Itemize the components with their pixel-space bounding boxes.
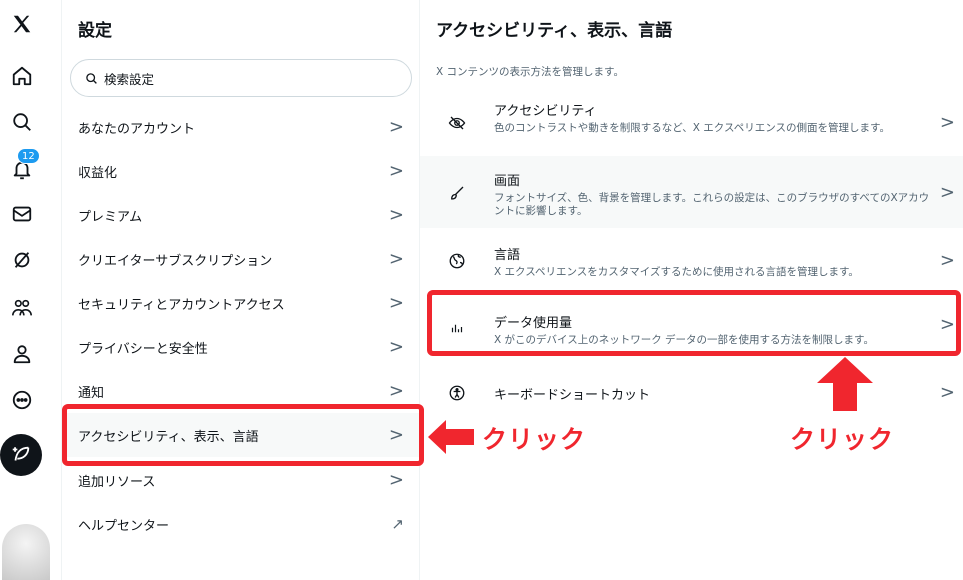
chevron-right-icon: > [388,469,404,491]
settings-column: 設定 検索設定 あなたのアカウント > 収益化 > プレミアム > クリエイター… [62,0,420,580]
settings-item-label: 通知 [78,385,105,401]
settings-item-privacy[interactable]: プライバシーと安全性 > [62,325,420,369]
detail-description: X コンテンツの表示方法を管理します。 [436,66,624,78]
chevron-right-icon: > [939,182,955,203]
settings-item-label: 追加リソース [78,474,156,490]
settings-item-security[interactable]: セキュリティとアカウントアクセス > [62,281,420,325]
notification-badge: 12 [17,148,40,164]
search-icon [86,72,97,84]
detail-title: アクセシビリティ、表示、言語 [436,21,673,41]
grok-icon[interactable] [4,242,40,278]
accessibility-person-icon [448,384,466,402]
settings-item-label: クリエイターサブスクリプション [78,253,273,269]
eye-slash-icon [448,114,466,132]
post-button[interactable] [0,434,42,476]
search-input[interactable]: 検索設定 [70,59,412,97]
detail-item-sub: 色のコントラストや動きを制限するなど、X エクスペリエンスの側面を管理します。 [494,122,890,134]
settings-item-label: セキュリティとアカウントアクセス [78,297,285,313]
brush-icon [448,184,466,202]
chevron-right-icon: > [388,204,404,226]
detail-item-label: 言語 [494,248,521,263]
x-logo-icon[interactable] [4,6,40,42]
chevron-right-icon: > [388,248,404,270]
chevron-right-icon: > [939,250,955,271]
detail-item-accessibility[interactable]: アクセシビリティ 色のコントラストや動きを制限するなど、X エクスペリエンスの側… [420,88,963,156]
chevron-right-icon: > [388,336,404,358]
left-nav-rail: 12 [0,0,62,580]
chevron-right-icon: > [388,380,404,402]
globe-icon [448,252,466,270]
detail-item-display[interactable]: 画面 フォントサイズ、色、背景を管理します。これらの設定は、このブラウザのすべて… [420,156,963,228]
page-title: 設定 [78,21,112,41]
highlight-box-data-usage [427,290,961,356]
communities-icon[interactable] [4,290,40,326]
avatar[interactable] [2,524,50,580]
arrow-up-icon [817,357,873,411]
settings-item-label: ヘルプセンター [78,518,170,534]
arrow-left-icon [428,420,474,454]
settings-item-creator-subscriptions[interactable]: クリエイターサブスクリプション > [62,237,420,281]
search-placeholder: 検索設定 [104,71,155,87]
chevron-right-icon: > [388,292,404,314]
settings-item-monetization[interactable]: 収益化 > [62,149,420,193]
detail-item-label: アクセシビリティ [494,104,597,119]
detail-item-sub: フォントサイズ、色、背景を管理します。これらの設定は、このブラウザのすべてのXア… [494,192,930,217]
settings-item-label: プライバシーと安全性 [78,341,208,357]
click-annotation-left: クリック [482,425,587,454]
detail-item-language[interactable]: 言語 X エクスペリエンスをカスタマイズするために使用される言語を管理します。 … [420,230,963,290]
detail-item-label: 画面 [494,174,521,189]
highlight-box-settings-item [62,404,424,466]
bell-icon[interactable]: 12 [4,148,40,188]
detail-item-keyboard-shortcuts[interactable]: キーボードショートカット > [420,370,963,416]
chevron-right-icon: > [388,160,404,182]
settings-item-help-center[interactable]: ヘルプセンター ↗ [62,502,420,546]
chevron-right-icon: > [939,112,955,133]
post-icon [12,446,30,461]
settings-item-label: プレミアム [78,209,143,225]
chevron-right-icon: > [939,382,955,403]
chevron-right-icon: > [388,116,404,138]
more-icon[interactable] [4,382,40,418]
settings-item-premium[interactable]: プレミアム > [62,193,420,237]
click-annotation-right: クリック [790,425,895,454]
home-icon[interactable] [4,58,40,94]
external-link-icon: ↗ [391,515,404,533]
mail-icon[interactable] [4,196,40,232]
detail-item-sub: X エクスペリエンスをカスタマイズするために使用される言語を管理します。 [494,266,859,278]
profile-icon[interactable] [4,336,40,372]
settings-item-label: あなたのアカウント [78,121,196,137]
search-icon[interactable] [4,104,40,140]
settings-item-account[interactable]: あなたのアカウント > [62,105,420,149]
settings-item-label: 収益化 [78,165,118,181]
